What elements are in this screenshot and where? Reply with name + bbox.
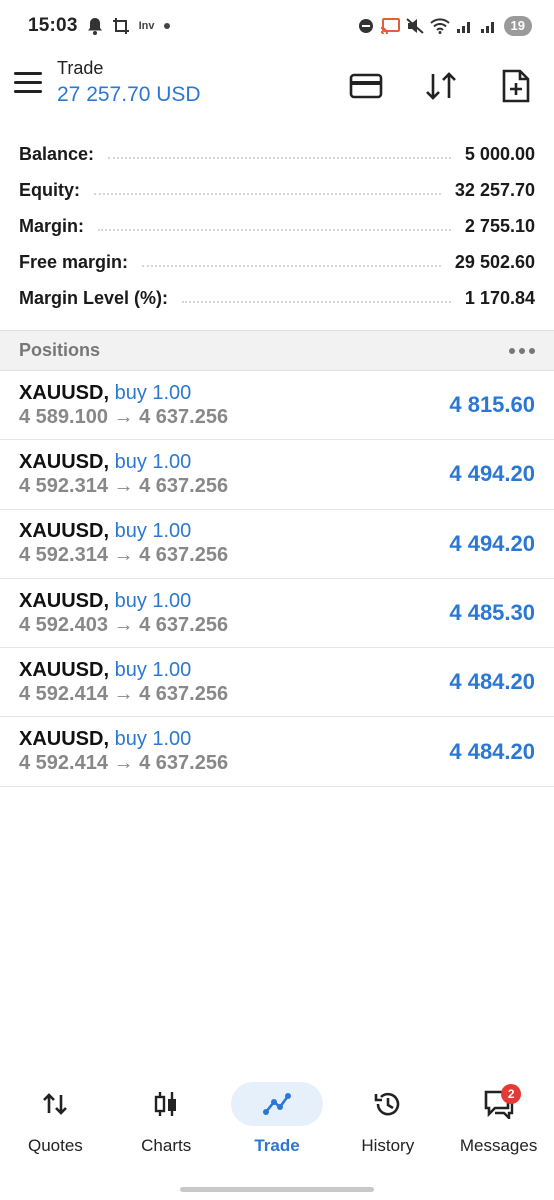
position-side: buy 1.00 <box>114 589 192 612</box>
account-summary: Balance: 5 000.00 Equity: 32 257.70 Marg… <box>0 136 554 316</box>
position-profit: 4 484.20 <box>449 669 535 695</box>
menu-icon[interactable] <box>14 72 42 96</box>
home-indicator[interactable] <box>180 1187 374 1192</box>
status-time: 15:03 <box>28 15 78 36</box>
position-symbol: XAUUSD, <box>19 520 110 543</box>
summary-row-equity: Equity: 32 257.70 <box>0 172 554 208</box>
position-symbol: XAUUSD, <box>19 658 110 681</box>
battery-level: 19 <box>503 16 532 36</box>
dot-leader <box>182 301 451 303</box>
summary-label: Margin: <box>19 215 84 236</box>
do-not-disturb-icon <box>358 19 373 33</box>
deposit-card-icon[interactable] <box>348 68 384 104</box>
summary-value: 2 755.10 <box>464 215 535 236</box>
position-prices: 4 589.100 → 4 637.256 <box>19 405 229 428</box>
app-header: Trade 27 257.70 USD <box>0 52 554 130</box>
dot-leader <box>108 157 451 159</box>
positions-list: XAUUSD, buy 1.00 4 589.100 → 4 637.256 4… <box>0 371 554 787</box>
summary-value: 32 257.70 <box>454 179 535 200</box>
nav-label: Quotes <box>27 1136 83 1155</box>
summary-row-free-margin: Free margin: 29 502.60 <box>0 244 554 280</box>
summary-label: Margin Level (%): <box>19 287 169 308</box>
screenshot-icon <box>112 18 129 34</box>
nav-trade[interactable]: Trade <box>222 1078 333 1168</box>
title-block: Trade 27 257.70 USD <box>57 58 201 107</box>
nav-charts[interactable]: Charts <box>111 1078 222 1168</box>
position-symbol: XAUUSD, <box>19 450 110 473</box>
header-balance: 27 257.70 USD <box>57 83 201 106</box>
nav-messages[interactable]: 2 Messages <box>443 1078 554 1168</box>
bottom-nav: Quotes Charts Trade History 2 Messages <box>0 1078 554 1168</box>
dot-leader <box>98 229 451 231</box>
summary-label: Free margin: <box>19 251 129 272</box>
more-options-icon[interactable] <box>509 347 535 354</box>
position-row[interactable]: XAUUSD, buy 1.00 4 592.314 → 4 637.256 4… <box>0 510 554 579</box>
notification-bell-icon <box>87 18 102 35</box>
nav-label: History <box>361 1136 415 1155</box>
position-prices: 4 592.314 → 4 637.256 <box>19 544 229 567</box>
summary-row-balance: Balance: 5 000.00 <box>0 136 554 172</box>
signal-icon <box>456 22 470 33</box>
position-profit: 4 494.20 <box>449 461 535 487</box>
position-profit: 4 815.60 <box>449 392 535 418</box>
position-row[interactable]: XAUUSD, buy 1.00 4 592.314 → 4 637.256 4… <box>0 440 554 510</box>
position-side: buy 1.00 <box>114 520 192 543</box>
new-order-icon[interactable] <box>498 68 534 104</box>
status-indicator-text: Inv <box>138 20 155 32</box>
position-profit: 4 484.20 <box>449 738 535 764</box>
position-row[interactable]: XAUUSD, buy 1.00 4 592.414 → 4 637.256 4… <box>0 648 554 718</box>
positions-title: Positions <box>19 340 101 360</box>
nav-label: Charts <box>141 1136 192 1155</box>
status-bar: 15:03 Inv 19 <box>0 0 554 52</box>
position-row[interactable]: XAUUSD, buy 1.00 4 589.100 → 4 637.256 4… <box>0 371 554 441</box>
summary-row-margin-level: Margin Level (%): 1 170.84 <box>0 280 554 316</box>
charts-icon <box>154 1092 177 1116</box>
page-title: Trade <box>57 58 104 78</box>
summary-value: 1 170.84 <box>464 287 535 308</box>
position-side: buy 1.00 <box>114 381 192 404</box>
nav-history[interactable]: History <box>332 1078 443 1168</box>
summary-value: 5 000.00 <box>464 143 535 164</box>
dot-leader <box>94 193 441 195</box>
dot-leader <box>142 265 441 267</box>
summary-label: Equity: <box>19 179 80 200</box>
summary-label: Balance: <box>19 143 95 164</box>
quotes-icon <box>43 1093 68 1115</box>
positions-header: Positions <box>0 330 554 371</box>
position-prices: 4 592.314 → 4 637.256 <box>19 474 229 497</box>
nav-quotes[interactable]: Quotes <box>0 1078 111 1168</box>
position-prices: 4 592.414 → 4 637.256 <box>19 682 229 705</box>
trade-icon <box>262 1093 291 1115</box>
history-icon <box>374 1092 400 1116</box>
position-symbol: XAUUSD, <box>19 589 110 612</box>
position-prices: 4 592.403 → 4 637.256 <box>19 613 229 636</box>
wifi-icon <box>429 18 450 34</box>
position-symbol: XAUUSD, <box>19 728 110 751</box>
position-side: buy 1.00 <box>114 728 192 751</box>
nav-label: Messages <box>459 1136 538 1155</box>
position-profit: 4 485.30 <box>449 600 535 626</box>
summary-row-margin: Margin: 2 755.10 <box>0 208 554 244</box>
summary-value: 29 502.60 <box>454 251 535 272</box>
sort-icon[interactable] <box>423 68 459 104</box>
nav-label: Trade <box>254 1136 300 1155</box>
mute-icon <box>405 18 424 34</box>
position-row[interactable]: XAUUSD, buy 1.00 4 592.414 → 4 637.256 4… <box>0 717 554 787</box>
signal-icon-2 <box>480 22 494 33</box>
status-dot-icon <box>163 23 170 29</box>
position-prices: 4 592.414 → 4 637.256 <box>19 752 229 775</box>
position-profit: 4 494.20 <box>449 530 535 556</box>
position-side: buy 1.00 <box>114 450 192 473</box>
position-row[interactable]: XAUUSD, buy 1.00 4 592.403 → 4 637.256 4… <box>0 579 554 649</box>
position-side: buy 1.00 <box>114 658 192 681</box>
position-symbol: XAUUSD, <box>19 381 110 404</box>
cast-icon <box>380 18 400 34</box>
